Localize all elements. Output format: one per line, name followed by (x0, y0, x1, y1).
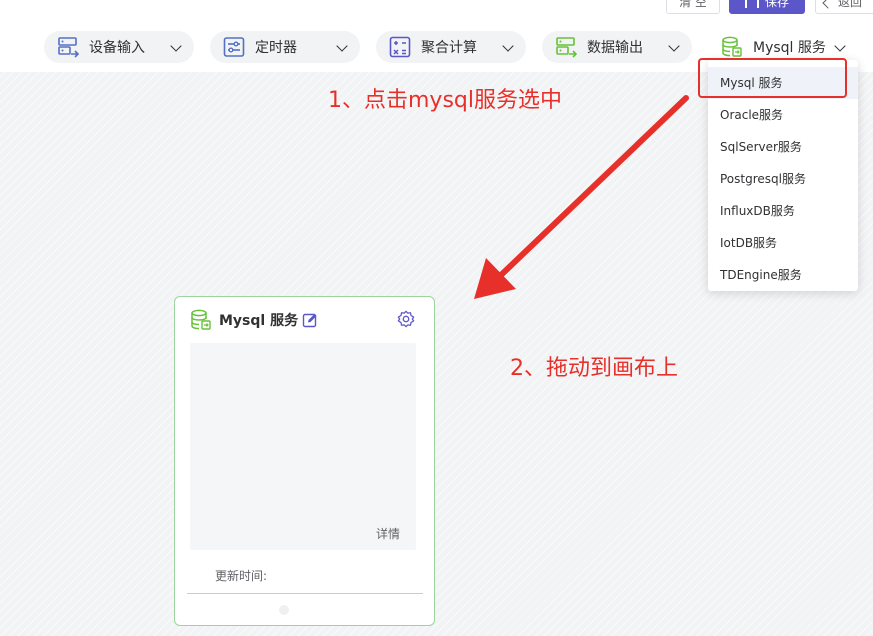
annotation-arrow (474, 95, 689, 299)
edit-icon[interactable] (302, 312, 318, 328)
gear-icon[interactable] (397, 310, 415, 328)
node-update-time: 更新时间: (215, 569, 268, 583)
node-connection-port[interactable] (279, 605, 289, 615)
database-icon (191, 309, 211, 330)
node-detail-link[interactable]: 详情 (376, 525, 400, 542)
mysql-service-node[interactable]: Mysql 服务 详情 更新时间: (174, 296, 435, 626)
node-title: Mysql 服务 (219, 313, 299, 329)
node-divider (187, 593, 423, 594)
node-content-area: 详情 (190, 343, 416, 550)
node-header: Mysql 服务 (189, 307, 419, 333)
